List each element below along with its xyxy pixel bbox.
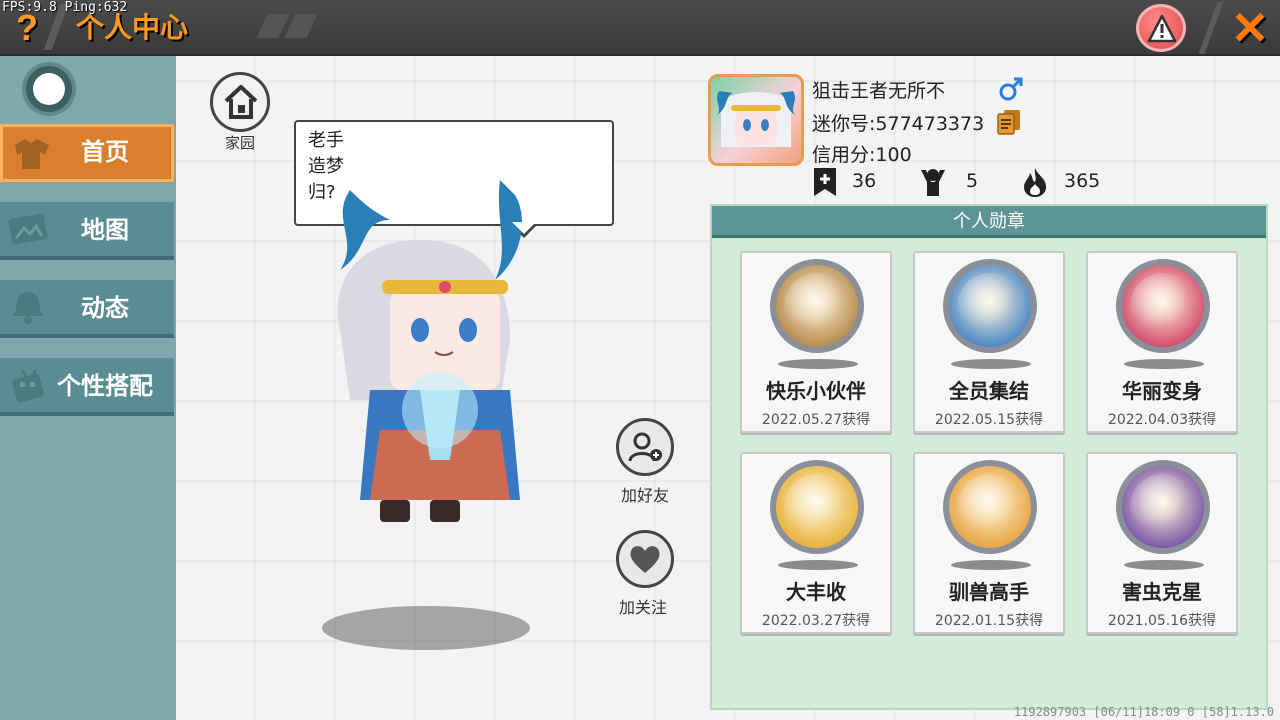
header-decoration bbox=[256, 14, 290, 38]
male-icon bbox=[999, 77, 1023, 101]
medal-name: 全员集结 bbox=[949, 379, 1029, 403]
sidebar: 首页 地图 动态 个性搭配 bbox=[0, 56, 176, 720]
medal-card[interactable]: 华丽变身 2022.04.03获得 bbox=[1086, 251, 1238, 433]
medal-panel: 个人勋章 快乐小伙伴 2022.05.27获得 全员集结 2022.05.15获… bbox=[710, 204, 1268, 710]
speech-line: 造梦 bbox=[308, 156, 344, 177]
credit-score: 信用分:100 bbox=[812, 144, 912, 166]
toggle-dot-button[interactable] bbox=[22, 62, 76, 116]
medal-date: 2021.05.16获得 bbox=[1107, 613, 1217, 629]
medal-date: 2022.05.15获得 bbox=[934, 412, 1044, 428]
medal-name: 华丽变身 bbox=[1122, 379, 1202, 403]
medal-emblem bbox=[770, 460, 864, 554]
profile-name: 狙击王者无所不 bbox=[812, 80, 946, 102]
build-info: 1192897903 [06/11]18:09 0 [58]1.13.0 bbox=[1013, 705, 1274, 719]
map-icon bbox=[8, 213, 48, 245]
fire-icon bbox=[1024, 168, 1046, 197]
close-divider bbox=[1198, 2, 1224, 54]
medal-emblem bbox=[943, 259, 1037, 353]
house-icon bbox=[224, 85, 258, 119]
sidebar-item-home[interactable]: 首页 bbox=[0, 124, 174, 182]
medal-card[interactable]: 全员集结 2022.05.15获得 bbox=[913, 251, 1065, 433]
top-bar: ? 个人中心 ✕ bbox=[0, 0, 1280, 56]
sidebar-item-label: 首页 bbox=[81, 138, 129, 166]
medal-emblem bbox=[1116, 259, 1210, 353]
warning-icon bbox=[1147, 14, 1177, 43]
fps-readout: FPS:9.8 Ping:632 bbox=[2, 0, 128, 15]
medal-name: 害虫克星 bbox=[1122, 580, 1202, 604]
header-decoration bbox=[284, 14, 318, 38]
medal-card[interactable]: 驯兽高手 2022.01.15获得 bbox=[913, 452, 1065, 634]
stat-value: 365 bbox=[1064, 170, 1101, 192]
avatar-portrait bbox=[717, 91, 795, 147]
add-friend-icon bbox=[628, 432, 662, 462]
medal-stand bbox=[951, 560, 1031, 570]
shirt-icon bbox=[15, 139, 49, 169]
sidebar-item-label: 个性搭配 bbox=[57, 372, 153, 400]
stat-value: 5 bbox=[966, 170, 979, 192]
medal-stand bbox=[951, 359, 1031, 369]
home-label: 家园 bbox=[224, 134, 255, 152]
character-shadow bbox=[322, 606, 530, 650]
sidebar-item-feed[interactable]: 动态 bbox=[0, 280, 174, 338]
sidebar-item-label: 动态 bbox=[81, 294, 129, 322]
medal-name: 大丰收 bbox=[786, 580, 846, 604]
player-character[interactable] bbox=[320, 180, 540, 540]
mini-id: 迷你号:577473373 bbox=[812, 113, 985, 135]
medal-date: 2022.04.03获得 bbox=[1107, 412, 1217, 428]
medal-panel-title: 个人勋章 bbox=[712, 206, 1266, 238]
add-friend-label: 加好友 bbox=[620, 486, 669, 505]
profile-avatar[interactable] bbox=[708, 74, 804, 166]
follow-label: 加关注 bbox=[618, 598, 667, 617]
medal-stand bbox=[1124, 560, 1204, 570]
speech-line: 老手 bbox=[308, 130, 344, 151]
close-button[interactable]: ✕ bbox=[1226, 4, 1274, 52]
outfit-icon bbox=[12, 369, 44, 403]
add-friend-button[interactable] bbox=[616, 418, 674, 476]
sidebar-item-map[interactable]: 地图 bbox=[0, 202, 174, 260]
medal-date: 2022.05.27获得 bbox=[761, 412, 871, 428]
medal-stand bbox=[1124, 359, 1204, 369]
medal-card[interactable]: 大丰收 2022.03.27获得 bbox=[740, 452, 892, 634]
medal-emblem bbox=[1116, 460, 1210, 554]
bell-icon bbox=[12, 292, 44, 324]
report-button[interactable] bbox=[1136, 4, 1186, 52]
stat-value: 36 bbox=[852, 170, 877, 192]
medal-card[interactable]: 快乐小伙伴 2022.05.27获得 bbox=[740, 251, 892, 433]
sidebar-item-outfit[interactable]: 个性搭配 bbox=[0, 358, 174, 416]
medal-emblem bbox=[770, 259, 864, 353]
medal-stand bbox=[778, 560, 858, 570]
medal-card[interactable]: 害虫克星 2021.05.16获得 bbox=[1086, 452, 1238, 634]
follow-button[interactable] bbox=[616, 530, 674, 588]
medal-name: 驯兽高手 bbox=[949, 580, 1029, 604]
copy-icon[interactable] bbox=[996, 108, 1022, 136]
medal-stand bbox=[778, 359, 858, 369]
bookmark-plus-icon bbox=[814, 168, 836, 196]
medal-date: 2022.03.27获得 bbox=[761, 613, 871, 629]
medal-emblem bbox=[943, 460, 1037, 554]
medal-name: 快乐小伙伴 bbox=[766, 379, 866, 403]
heart-icon bbox=[630, 546, 660, 573]
sidebar-item-label: 地图 bbox=[81, 216, 129, 244]
fans-icon bbox=[921, 169, 945, 196]
home-button[interactable] bbox=[210, 72, 270, 132]
medal-date: 2022.01.15获得 bbox=[934, 613, 1044, 629]
